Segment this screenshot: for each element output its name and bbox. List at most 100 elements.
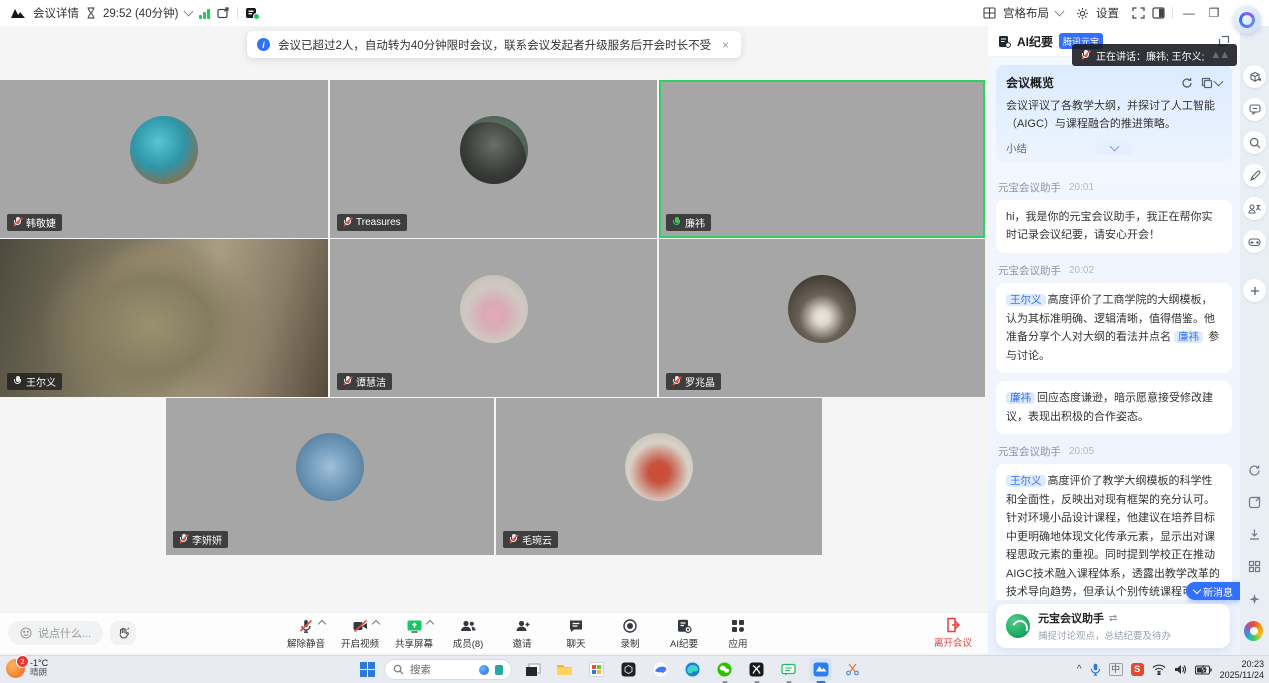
message-header: 元宝会议助手20:05 [998,444,1230,459]
video-tile[interactable]: 李妍妍 [166,398,494,555]
qq-browser-button[interactable] [649,658,672,681]
search-highlight-icon [479,665,489,675]
share-window-icon[interactable] [217,7,230,19]
ms-store-icon [589,662,604,677]
video-tile[interactable]: 毛琬云 [496,398,822,555]
yuanbao-floating-logo[interactable] [1233,6,1261,34]
new-message-chip[interactable]: 新消息 [1186,582,1240,600]
maximize-button[interactable]: ❐ [1205,6,1223,20]
dock-new-box-button[interactable] [1243,65,1266,88]
avatar [296,433,364,501]
xbox-icon [749,662,764,677]
mention-chip[interactable]: 王尔义 [1006,475,1046,487]
share-screen-button[interactable]: 共享屏幕 [391,616,437,650]
record-button[interactable]: 录制 [607,616,653,650]
ms-store-button[interactable] [585,658,608,681]
chat-button[interactable]: 聊天 [553,616,599,650]
leave-meeting-button[interactable]: 离开会议 [934,617,972,649]
dock-download-button[interactable] [1245,525,1264,544]
recording-status-icon[interactable] [245,7,258,19]
mic-options-caret-icon[interactable] [318,620,326,628]
dock-search-button[interactable] [1243,131,1266,154]
tray-sogou-icon[interactable]: S [1131,663,1144,676]
tencent-meeting-taskbar-button[interactable] [809,658,832,681]
minimize-button[interactable]: — [1180,6,1198,20]
unmute-button[interactable]: 解除静音 [283,616,329,650]
meeting-timer[interactable]: 29:52 (40分钟) [103,5,178,21]
smiley-icon [20,627,32,639]
dock-game-button[interactable] [1243,230,1266,253]
scissors-icon [845,662,860,677]
quick-chat-input[interactable]: 说点什么... [8,621,103,645]
mention-chip[interactable]: 廉祎 [1174,331,1203,343]
tray-wifi-icon[interactable] [1152,664,1166,675]
snipping-tool-button[interactable] [841,658,864,681]
ai-notes-button[interactable]: AI纪要 [661,616,707,650]
video-tile[interactable]: 罗兆晶 [659,239,985,397]
message-list[interactable]: 元宝会议助手20:01hi，我是你的元宝会议助手，我正在帮你实时记录会议纪要，请… [988,168,1240,600]
tray-volume-icon[interactable] [1174,664,1187,675]
video-tile[interactable]: Treasures [330,80,657,238]
apps-button[interactable]: 应用 [715,616,761,650]
video-options-caret-icon[interactable] [372,620,380,628]
mention-chip[interactable]: 廉祎 [1006,392,1035,404]
dock-sparkle-button[interactable] [1245,590,1264,609]
edge-button[interactable] [681,658,704,681]
taskbar-clock[interactable]: 20:23 2025/11/24 [1220,659,1264,681]
invite-button[interactable]: 邀请 [499,616,545,650]
wechat-button[interactable] [713,658,736,681]
dock-translate-button[interactable] [1243,197,1266,220]
sparkle-icon [1248,593,1261,606]
members-button[interactable]: 成员(8) [445,616,491,650]
collapse-button[interactable] [1095,142,1133,155]
weather-widget[interactable]: 2 -1°C 晴朗 [6,658,48,678]
dock-add-button[interactable] [1243,279,1266,302]
avatar [130,116,198,184]
raise-hand-button[interactable] [110,621,136,645]
start-button[interactable] [360,662,375,677]
side-panel-toggle-icon[interactable] [1152,7,1165,19]
message-bubble: hi，我是你的元宝会议助手，我正在帮你实时记录会议纪要，请安心开会！ [996,200,1232,253]
dock-comments-button[interactable] [1243,98,1266,121]
refresh-icon[interactable] [1181,77,1193,89]
dock-history-button[interactable] [1245,461,1264,480]
layout-button[interactable]: 宫格布局 [1003,5,1049,21]
video-tile[interactable]: 韩敬婕 [0,80,328,238]
meeting-titlebar: 会议详情 29:52 (40分钟) 宫格布局 设置 — [0,0,1269,26]
dock-widget-button[interactable] [1245,557,1264,576]
message-app-button[interactable] [777,658,800,681]
dock-pen-button[interactable] [1243,164,1266,187]
video-tile[interactable]: 王尔义 [0,239,328,397]
fullscreen-icon[interactable] [1132,7,1145,19]
share-options-caret-icon[interactable] [426,620,434,628]
avatar [460,116,528,184]
tray-mic-icon[interactable] [1090,663,1101,676]
file-explorer-button[interactable] [553,658,576,681]
video-tile[interactable]: 谭慧洁 [330,239,657,397]
black-cube-app-button[interactable] [617,658,640,681]
banner-close-icon[interactable]: × [720,38,731,52]
dock-screenshot-button[interactable] [1245,493,1264,512]
tray-battery-icon[interactable] [1195,665,1212,675]
copy-dropdown[interactable] [1201,77,1222,89]
search-highlight-icon-2 [495,665,503,675]
settings-gear-icon [1076,7,1089,20]
mention-chip[interactable]: 王尔义 [1006,294,1046,306]
wechat-icon [717,662,732,677]
switch-icon[interactable] [1108,614,1118,622]
video-tile[interactable]: 廉祎 [659,80,985,238]
task-view-button[interactable] [521,658,544,681]
weather-icon: 2 [6,659,25,678]
settings-button[interactable]: 设置 [1096,5,1119,21]
tray-chevron-up[interactable]: ^ [1077,664,1082,675]
meeting-details-button[interactable]: 会议详情 [33,5,79,21]
assistant-input-bar[interactable]: 元宝会议助手 捕捉讨论观点，总结纪要及待办 [996,604,1230,648]
xbox-button[interactable] [745,658,768,681]
meeting-limit-banner: i 会议已超过2人，自动转为40分钟限时会议，联系会议发起者升级服务后开会时长不… [247,31,741,58]
tray-ime-icon[interactable]: 中 [1109,663,1123,676]
timer-chevron-icon[interactable] [184,7,194,17]
dock-app-logo[interactable] [1244,621,1263,640]
taskbar-search[interactable]: 搜索 [384,659,512,680]
start-video-button[interactable]: 开启视频 [337,616,383,650]
layout-chevron-icon[interactable] [1055,7,1065,17]
